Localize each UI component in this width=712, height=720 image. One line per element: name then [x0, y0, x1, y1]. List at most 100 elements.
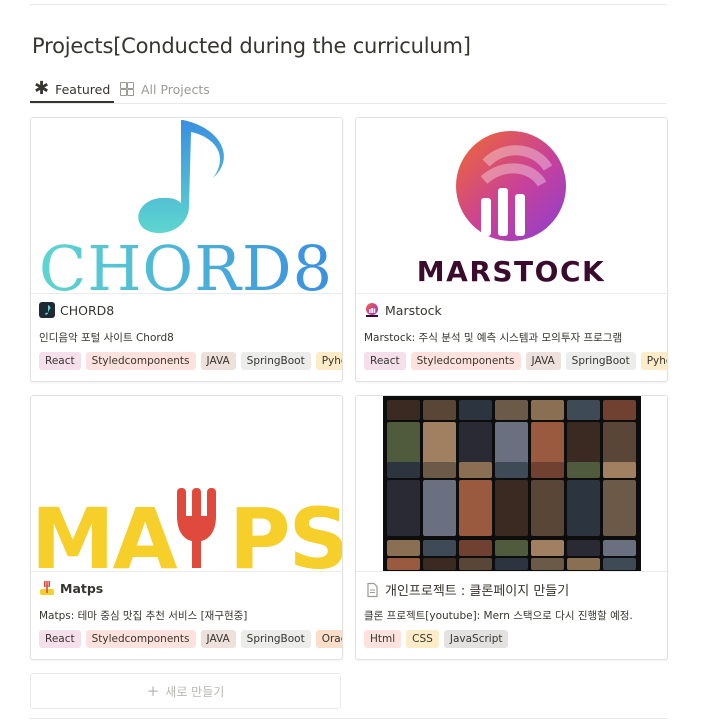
- thumbnail-tile: [567, 462, 600, 478]
- card-cover-chord8: CHORD8: [31, 118, 342, 294]
- thumbnail-tile: [423, 462, 456, 478]
- thumbnail-tile: [387, 462, 420, 478]
- tag-html: Html: [364, 630, 402, 648]
- tab-featured-label: Featured: [55, 81, 111, 97]
- tag-oracle: Oracle: [315, 630, 342, 648]
- thumbnail-tile: [531, 558, 564, 570]
- thumbnail-tile: [567, 400, 600, 420]
- chord8-logo: CHORD8: [39, 120, 333, 293]
- thumbnail-tile: [531, 400, 564, 420]
- tag-javascript: JavaScript: [443, 630, 509, 648]
- thumbnail-tile: [531, 480, 564, 536]
- chord8-page-icon: [39, 302, 55, 318]
- tag-java: JAVA: [200, 630, 236, 648]
- tag-java: JAVA: [525, 352, 561, 370]
- matps-wordmark-right: PS: [229, 490, 342, 571]
- thumbnail-tile: [603, 480, 636, 536]
- tag-pyhon: Pyhon: [315, 352, 342, 370]
- card-tags: React Styledcomponents JAVA SpringBoot O…: [39, 630, 342, 648]
- thumbnail-tile: [387, 540, 420, 556]
- tag-springboot: SpringBoot: [240, 630, 311, 648]
- asterisk-icon: ✱: [34, 78, 50, 99]
- thumbnail-tile: [495, 480, 528, 536]
- card-cover-matps: MA PS: [31, 396, 342, 572]
- thumbnail-tile: [459, 480, 492, 536]
- card-tags: React Styledcomponents JAVA SpringBoot P…: [364, 352, 667, 370]
- card-title-text: 개인프로젝트 : 클론페이지 만들기: [385, 584, 570, 599]
- matps-wordmark-left: MA: [31, 490, 178, 571]
- thumbnail-tile: [423, 480, 456, 536]
- bottom-divider: [30, 718, 667, 719]
- card-description: 인디음악 포털 사이트 Chord8: [39, 332, 174, 344]
- tag-springboot: SpringBoot: [240, 352, 311, 370]
- thumbnail-tile: [531, 540, 564, 556]
- thumbnail-tile: [459, 400, 492, 420]
- card-tags: Html CSS JavaScript: [364, 630, 509, 648]
- card-title-chord8: CHORD8: [39, 302, 114, 318]
- tag-springboot: SpringBoot: [565, 352, 636, 370]
- new-page-button[interactable]: + 새로 만들기: [30, 673, 341, 709]
- card-tags: React Styledcomponents JAVA SpringBoot P…: [39, 352, 342, 370]
- thumbnail-tile: [423, 558, 456, 570]
- tag-pyhon: Pyhon: [640, 352, 667, 370]
- thumbnail-tile: [495, 462, 528, 478]
- fork-icon: [177, 488, 216, 568]
- chord8-wordmark: CHORD8: [39, 232, 333, 293]
- thumbnail-tile: [495, 558, 528, 570]
- card-description: Matps: 테마 중심 맛집 추천 서비스 [재구현중]: [39, 610, 248, 622]
- thumbnail-tile: [603, 462, 636, 478]
- thumbnail-tile: [495, 540, 528, 556]
- active-tab-indicator: [30, 101, 114, 103]
- clone-screenshot-thumbnail: [383, 396, 641, 571]
- thumbnail-tile: [495, 400, 528, 420]
- thumbnail-tile: [387, 558, 420, 570]
- top-divider: [30, 4, 667, 5]
- card-cover-marstock: MARSTOCK: [356, 118, 667, 294]
- project-card-matps[interactable]: MA PS Matps Matps: 테마 중심 맛집 추천 서비스 [재구현중…: [30, 395, 343, 660]
- thumbnail-tile: [387, 480, 420, 536]
- thumbnail-tile: [567, 480, 600, 536]
- tag-css: CSS: [406, 630, 439, 648]
- card-description: 클론 프로젝트[youtube]: Mern 스택으로 다시 진행할 예정.: [364, 610, 633, 622]
- thumbnail-tile: [567, 540, 600, 556]
- thumbnail-tile: [459, 558, 492, 570]
- tag-styledcomponents: Styledcomponents: [85, 630, 196, 648]
- project-card-chord8[interactable]: CHORD8 CHORD8 인디음악 포털 사이트 Chord8 React S…: [30, 117, 343, 382]
- view-tabs: ✱ Featured All Projects: [30, 72, 667, 104]
- thumbnail-tile: [459, 462, 492, 478]
- page-document-icon: [364, 582, 380, 598]
- tab-featured[interactable]: ✱ Featured: [34, 75, 110, 103]
- tag-react: React: [39, 630, 81, 648]
- thumbnail-tile: [531, 462, 564, 478]
- card-title-text: Marstock: [385, 302, 442, 318]
- card-title-matps: Matps: [39, 580, 103, 596]
- thumbnail-tile: [603, 558, 636, 570]
- marstock-wordmark: MARSTOCK: [417, 255, 605, 288]
- tab-all-projects[interactable]: All Projects: [120, 75, 210, 103]
- tag-java: JAVA: [200, 352, 236, 370]
- new-page-label: 새로 만들기: [165, 684, 225, 699]
- card-title-text: Matps: [60, 580, 104, 596]
- thumbnail-tile: [459, 540, 492, 556]
- gallery-grid-icon: [120, 82, 134, 96]
- matps-logo: MA PS: [31, 488, 342, 571]
- page-title: Projects[Conducted during the curriculum…: [32, 34, 471, 58]
- matps-page-icon: [39, 580, 55, 596]
- marstock-page-icon: [364, 302, 380, 318]
- thumbnail-tile: [567, 558, 600, 570]
- thumbnail-tile: [603, 540, 636, 556]
- thumbnail-tile: [603, 400, 636, 420]
- project-card-clone[interactable]: 개인프로젝트 : 클론페이지 만들기 클론 프로젝트[youtube]: Mer…: [355, 395, 668, 660]
- card-title-clone: 개인프로젝트 : 클론페이지 만들기: [364, 580, 569, 599]
- card-cover-clone-screenshot: [356, 396, 667, 572]
- thumbnail-tile: [423, 540, 456, 556]
- project-card-marstock[interactable]: MARSTOCK Marstock Marstock: 주식 분석 및 예측 시…: [355, 117, 668, 382]
- plus-icon: +: [146, 682, 160, 700]
- thumbnail-tile: [423, 400, 456, 420]
- tag-react: React: [39, 352, 81, 370]
- thumbnail-tile: [387, 400, 420, 420]
- tag-styledcomponents: Styledcomponents: [410, 352, 521, 370]
- card-description: Marstock: 주식 분석 및 예측 시스템과 모의투자 프로그램: [364, 332, 623, 344]
- marstock-logo: MARSTOCK: [417, 131, 605, 288]
- tab-all-projects-label: All Projects: [141, 81, 210, 97]
